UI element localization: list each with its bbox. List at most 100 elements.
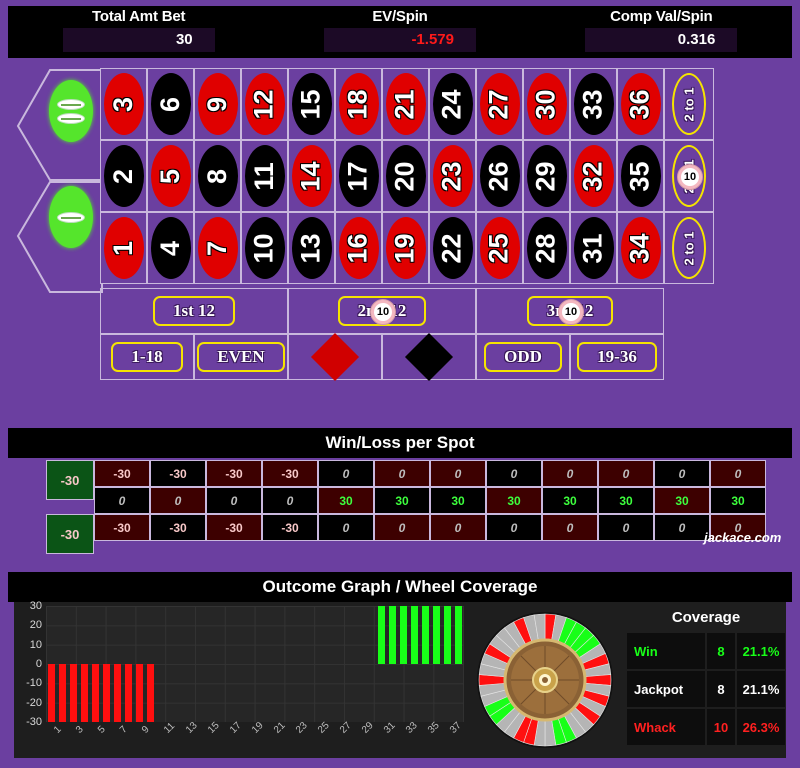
coverage-count: 8 (707, 633, 735, 669)
bet-spot-23[interactable]: 23 (429, 140, 476, 212)
number-label: 25 (483, 232, 514, 264)
bet-spot-3[interactable]: 3 (100, 68, 147, 140)
coverage-percent: 26.3% (737, 709, 785, 745)
winloss-row: -30 -30 -30 -30 0 0 0 0 0 0 0 0 (94, 460, 766, 487)
bet-spot-1st-12[interactable]: 1st 12 (100, 288, 288, 334)
chart-bar (454, 606, 462, 664)
bet-spot-21[interactable]: 21 (382, 68, 429, 140)
bet-spot-3rd-12[interactable]: 3rd 1210 (476, 288, 664, 334)
x-axis-tick: 23 (293, 720, 310, 736)
bet-spot-8[interactable]: 8 (194, 140, 241, 212)
bet-spot-31[interactable]: 31 (570, 212, 617, 284)
bet-spot-27[interactable]: 27 (476, 68, 523, 140)
bet-spot-6[interactable]: 6 (147, 68, 194, 140)
bet-chip[interactable]: 10 (677, 164, 703, 190)
winloss-value: 30 (395, 493, 409, 508)
x-axis-tick: 3 (73, 724, 86, 736)
bet-spot-35[interactable]: 35 (617, 140, 664, 212)
bet-spot-2[interactable]: 2 (100, 140, 147, 212)
bet-spot-10[interactable]: 10 (241, 212, 288, 284)
bet-spot-36[interactable]: 36 (617, 68, 664, 140)
chart-bar (146, 664, 154, 722)
number-label: 23 (436, 160, 467, 192)
bet-spot-column-3[interactable]: 2 to 1 (664, 212, 714, 284)
y-axis-tick: -10 (26, 677, 42, 690)
bet-spot-29[interactable]: 29 (523, 140, 570, 212)
bet-spot-25[interactable]: 25 (476, 212, 523, 284)
bet-spot-00[interactable] (49, 80, 93, 142)
number-oval: 32 (573, 145, 614, 207)
bet-spot-column-1[interactable]: 2 to 1 (664, 68, 714, 140)
bet-spot-11[interactable]: 11 (241, 140, 288, 212)
bet-spot-34[interactable]: 34 (617, 212, 664, 284)
column-bet-oval: 2 to 1 (672, 217, 706, 279)
bet-spot-17[interactable]: 17 (335, 140, 382, 212)
bet-chip[interactable]: 10 (370, 299, 396, 325)
chart-bar (91, 664, 99, 722)
winloss-value: 0 (454, 520, 462, 535)
bet-spot-9[interactable]: 9 (194, 68, 241, 140)
number-label: 11 (248, 161, 279, 191)
winloss-cell: 0 (486, 514, 542, 541)
chart-bar (124, 664, 132, 722)
bet-spot-32[interactable]: 32 (570, 140, 617, 212)
bet-spot-1[interactable]: 1 (100, 212, 147, 284)
winloss-value: 0 (734, 466, 742, 481)
number-oval: 4 (150, 217, 191, 279)
winloss-cell: -30 (94, 514, 150, 541)
number-label: 30 (530, 88, 561, 120)
bet-spot-15[interactable]: 15 (288, 68, 335, 140)
chart-bar (69, 664, 77, 722)
bet-spot-14[interactable]: 14 (288, 140, 335, 212)
bet-spot-0[interactable] (49, 186, 93, 248)
number-label: 1 (108, 240, 138, 256)
bet-spot-column-2[interactable]: 2 to 110 (664, 140, 714, 212)
bet-spot-22[interactable]: 22 (429, 212, 476, 284)
number-oval: 31 (573, 217, 614, 279)
bet-spot-20[interactable]: 20 (382, 140, 429, 212)
number-label: 15 (295, 88, 326, 120)
chart-bar (443, 606, 451, 664)
bet-spot-33[interactable]: 33 (570, 68, 617, 140)
bet-spot-28[interactable]: 28 (523, 212, 570, 284)
winloss-value: 30 (675, 493, 689, 508)
number-oval: 20 (385, 145, 426, 207)
bet-spot-odd[interactable]: ODD (476, 334, 570, 380)
bet-spot-red[interactable] (288, 332, 382, 382)
winloss-cell: 0 (654, 514, 710, 541)
bet-spot-4[interactable]: 4 (147, 212, 194, 284)
bet-spot-even[interactable]: EVEN (194, 334, 288, 380)
bet-spot-24[interactable]: 24 (429, 68, 476, 140)
bet-spot-2nd-12[interactable]: 2nd 1210 (288, 288, 476, 334)
bet-spot-black[interactable] (382, 332, 476, 382)
number-grid: 3 6 9 12 15 18 21 24 27 30 33 36 2 to 1 2 5 8 11 14 17 20 23… (100, 68, 714, 284)
zero-glyph (57, 211, 85, 223)
bet-spot-19[interactable]: 19 (382, 212, 429, 284)
bet-spot-19-36[interactable]: 19-36 (570, 334, 664, 380)
bet-spot-12[interactable]: 12 (241, 68, 288, 140)
chart-bar (113, 664, 121, 722)
stat-label: EV/Spin (372, 8, 428, 25)
winloss-cell-00: -30 (46, 460, 94, 500)
number-oval: 22 (432, 217, 473, 279)
winloss-value: 0 (566, 520, 574, 535)
y-axis-tick: -20 (26, 696, 42, 709)
app-root: Total Amt Bet 30 EV/Spin -1.579 Comp Val… (0, 0, 800, 768)
coverage-row: Jackpot 8 21.1% (626, 670, 786, 708)
bet-spot-5[interactable]: 5 (147, 140, 194, 212)
winloss-value: 0 (678, 520, 686, 535)
winloss-cell: 30 (486, 487, 542, 514)
x-axis-tick: 11 (161, 720, 177, 736)
bet-chip[interactable]: 10 (558, 299, 584, 325)
bet-spot-16[interactable]: 16 (335, 212, 382, 284)
bet-spot-26[interactable]: 26 (476, 140, 523, 212)
number-oval: 23 (432, 145, 473, 207)
number-oval: 8 (197, 145, 238, 207)
x-axis-tick: 27 (337, 720, 354, 736)
bet-spot-7[interactable]: 7 (194, 212, 241, 284)
bet-spot-1-18[interactable]: 1-18 (100, 334, 194, 380)
dozens-row: 1st 12 2nd 12103rd 1210 (100, 288, 714, 334)
bet-spot-18[interactable]: 18 (335, 68, 382, 140)
bet-spot-13[interactable]: 13 (288, 212, 335, 284)
bet-spot-30[interactable]: 30 (523, 68, 570, 140)
